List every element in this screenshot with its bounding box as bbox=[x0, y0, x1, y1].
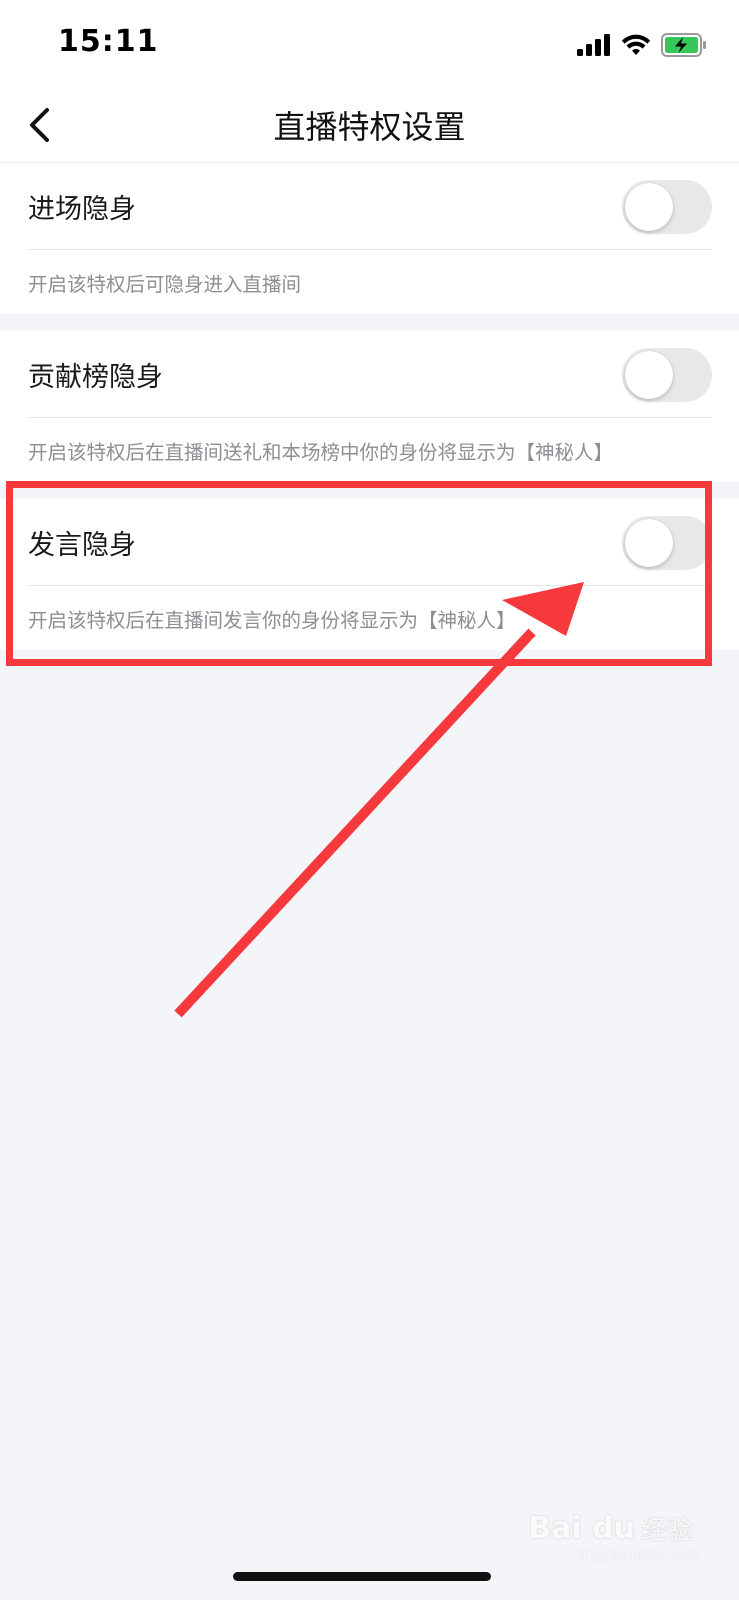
entry-stealth-toggle[interactable] bbox=[622, 180, 712, 234]
setting-section-entry-stealth: 进场隐身 开启该特权后可隐身进入直播间 bbox=[0, 163, 739, 314]
watermark-brand: Bai du bbox=[528, 1511, 635, 1546]
status-time: 15:11 bbox=[58, 24, 159, 59]
setting-row: 发言隐身 bbox=[0, 499, 739, 585]
home-indicator[interactable] bbox=[233, 1572, 491, 1581]
setting-row: 进场隐身 bbox=[0, 163, 739, 249]
ranking-stealth-toggle[interactable] bbox=[622, 348, 712, 402]
chat-stealth-toggle[interactable] bbox=[622, 516, 712, 570]
watermark-logo: Bai du 经验 bbox=[528, 1510, 693, 1547]
toggle-knob bbox=[625, 519, 673, 567]
setting-description: 开启该特权后在直播间发言你的身份将显示为【神秘人】 bbox=[28, 609, 516, 632]
toggle-knob bbox=[625, 183, 673, 231]
status-icons bbox=[577, 30, 707, 60]
setting-row: 贡献榜隐身 bbox=[0, 331, 739, 417]
setting-title: 进场隐身 bbox=[28, 194, 136, 225]
setting-description: 开启该特权后可隐身进入直播间 bbox=[28, 273, 302, 296]
battery-charging-icon bbox=[661, 33, 706, 57]
status-bar: 15:11 bbox=[0, 0, 739, 90]
wifi-icon bbox=[621, 34, 651, 55]
cellular-signal-icon bbox=[577, 34, 610, 56]
setting-section-chat-stealth: 发言隐身 开启该特权后在直播间发言你的身份将显示为【神秘人】 bbox=[0, 499, 739, 650]
watermark-url: jingyan.baidu.com bbox=[579, 1548, 699, 1563]
toggle-knob bbox=[625, 351, 673, 399]
setting-description: 开启该特权后在直播间送礼和本场榜中你的身份将显示为【神秘人】 bbox=[28, 441, 614, 464]
watermark-label: 经验 bbox=[640, 1516, 693, 1546]
setting-section-ranking-stealth: 贡献榜隐身 开启该特权后在直播间送礼和本场榜中你的身份将显示为【神秘人】 bbox=[0, 331, 739, 482]
setting-title: 贡献榜隐身 bbox=[28, 362, 163, 393]
setting-title: 发言隐身 bbox=[28, 530, 136, 561]
page-title: 直播特权设置 bbox=[273, 108, 466, 146]
nav-bar: 直播特权设置 bbox=[0, 90, 739, 163]
